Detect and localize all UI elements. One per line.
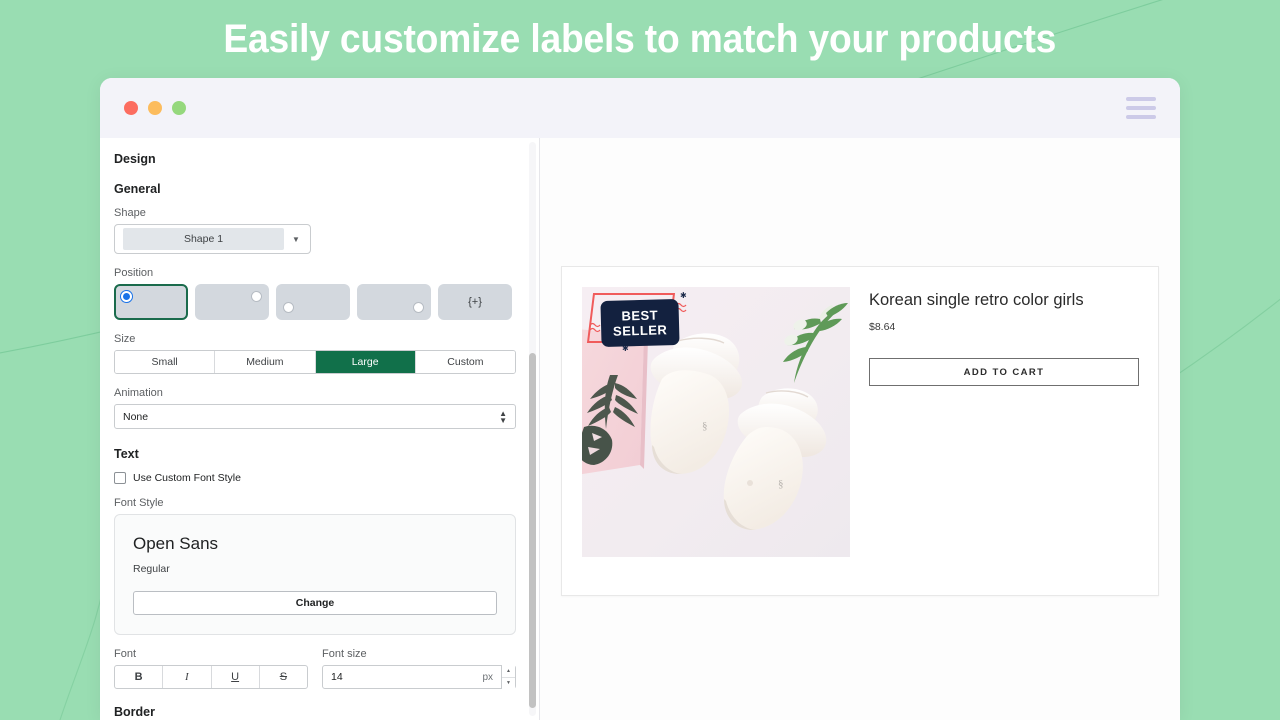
border-heading: Border: [114, 705, 155, 719]
hamburger-bar: [1126, 115, 1156, 119]
font-size-input[interactable]: 14 px ▲ ▼: [322, 665, 516, 689]
panel-title: Design: [114, 152, 156, 166]
hamburger-bar: [1126, 106, 1156, 110]
hamburger-bar: [1126, 97, 1156, 101]
font-style-card: Open Sans Regular Change: [114, 514, 516, 635]
change-font-button[interactable]: Change: [133, 591, 497, 615]
size-option-small[interactable]: Small: [115, 351, 216, 373]
position-option-custom[interactable]: {+}: [438, 284, 512, 320]
general-heading: General: [114, 182, 161, 196]
svg-text:✱: ✱: [680, 291, 687, 300]
shape-label: Shape: [114, 207, 146, 219]
position-option-top-left[interactable]: [114, 284, 188, 320]
font-weight-name: Regular: [133, 563, 170, 575]
size-option-large[interactable]: Large: [315, 351, 416, 373]
chevron-down-icon: ▼: [292, 234, 300, 244]
font-label: Font: [114, 648, 137, 660]
font-size-label: Font size: [322, 648, 367, 660]
svg-text:§: §: [702, 420, 708, 432]
animation-field: Animation None ▲ ▼: [114, 387, 517, 429]
product-price: $8.64: [869, 321, 896, 333]
browser-window: Design General Shape Shape 1 ▼ Position: [100, 78, 1180, 720]
font-size-field: Font size 14 px ▲ ▼: [322, 648, 516, 689]
shape-field: Shape Shape 1 ▼: [114, 207, 517, 254]
position-label: Position: [114, 267, 154, 279]
font-family-name: Open Sans: [133, 534, 219, 553]
position-option-bottom-left[interactable]: [276, 284, 350, 320]
size-field: Size Small Medium Large Custom: [114, 333, 517, 374]
strikethrough-button[interactable]: S: [260, 666, 307, 688]
shape-select[interactable]: Shape 1 ▼: [114, 224, 311, 254]
best-seller-badge: ✱ ✱ BEST SELLER: [586, 291, 692, 353]
shape-value: Shape 1: [123, 228, 284, 250]
minimize-button-icon[interactable]: [148, 101, 162, 115]
font-size-value: 14: [331, 671, 343, 683]
page-root: Easily customize labels to match your pr…: [0, 0, 1280, 720]
sidebar-scrollbar-thumb[interactable]: [529, 353, 536, 708]
font-and-size-row: Font B I U S Font size 14 px ▲ ▼: [114, 648, 517, 689]
preview-pane: § § ✱ ✱ BEST SELLER Korean single retro …: [540, 138, 1180, 720]
animation-select[interactable]: None ▲ ▼: [114, 404, 516, 429]
badge-line-2: SELLER: [612, 322, 668, 339]
position-option-top-right[interactable]: [195, 284, 269, 320]
traffic-lights: [124, 101, 186, 115]
animation-label: Animation: [114, 387, 163, 399]
radio-icon: [121, 291, 132, 302]
size-label: Size: [114, 333, 136, 345]
font-style-buttons: B I U S: [114, 665, 308, 689]
product-title: Korean single retro color girls: [869, 291, 1084, 309]
custom-font-style-label: Use Custom Font Style: [133, 472, 241, 484]
custom-font-style-row[interactable]: Use Custom Font Style: [114, 472, 517, 484]
position-field: Position {+}: [114, 267, 517, 320]
radio-icon: [251, 291, 262, 302]
maximize-button-icon[interactable]: [172, 101, 186, 115]
hamburger-icon[interactable]: [1126, 97, 1156, 119]
product-info: Korean single retro color girls $8.64 AD…: [850, 287, 1139, 575]
svg-text:§: §: [778, 478, 784, 490]
font-style-label: Font Style: [114, 497, 164, 509]
font-style-field: Font Style Open Sans Regular Change: [114, 497, 517, 635]
app-body: Design General Shape Shape 1 ▼ Position: [100, 138, 1180, 720]
product-image: § § ✱ ✱ BEST SELLER: [582, 287, 850, 557]
size-option-medium[interactable]: Medium: [215, 351, 316, 373]
banner: Easily customize labels to match your pr…: [0, 0, 1280, 78]
font-size-stepper[interactable]: ▲ ▼: [501, 665, 515, 689]
underline-button[interactable]: U: [212, 666, 260, 688]
position-option-bottom-right[interactable]: [357, 284, 431, 320]
custom-position-glyph: {+}: [468, 296, 482, 308]
badge-body: BEST SELLER: [600, 298, 680, 348]
add-to-cart-button[interactable]: ADD TO CART: [869, 358, 1139, 386]
select-stepper-icon: ▲ ▼: [499, 408, 507, 425]
size-segmented-control: Small Medium Large Custom: [114, 350, 516, 374]
design-sidebar: Design General Shape Shape 1 ▼ Position: [100, 138, 540, 720]
font-field: Font B I U S: [114, 648, 308, 689]
browser-titlebar: [100, 78, 1180, 138]
banner-title: Easily customize labels to match your pr…: [223, 16, 1057, 61]
stepper-down-icon[interactable]: ▼: [502, 677, 515, 689]
text-heading: Text: [114, 447, 139, 461]
close-button-icon[interactable]: [124, 101, 138, 115]
badge-line-1: BEST: [621, 307, 659, 324]
custom-font-style-checkbox[interactable]: [114, 472, 126, 484]
position-options: {+}: [114, 284, 517, 320]
animation-value: None: [123, 410, 149, 423]
product-card: § § ✱ ✱ BEST SELLER Korean single retro …: [561, 266, 1159, 596]
size-option-custom[interactable]: Custom: [415, 351, 515, 373]
bold-button[interactable]: B: [115, 666, 164, 688]
italic-button[interactable]: I: [163, 666, 212, 688]
radio-icon: [413, 302, 424, 313]
font-size-unit: px: [482, 671, 493, 683]
radio-icon: [283, 302, 294, 313]
stepper-up-icon[interactable]: ▲: [502, 665, 515, 678]
